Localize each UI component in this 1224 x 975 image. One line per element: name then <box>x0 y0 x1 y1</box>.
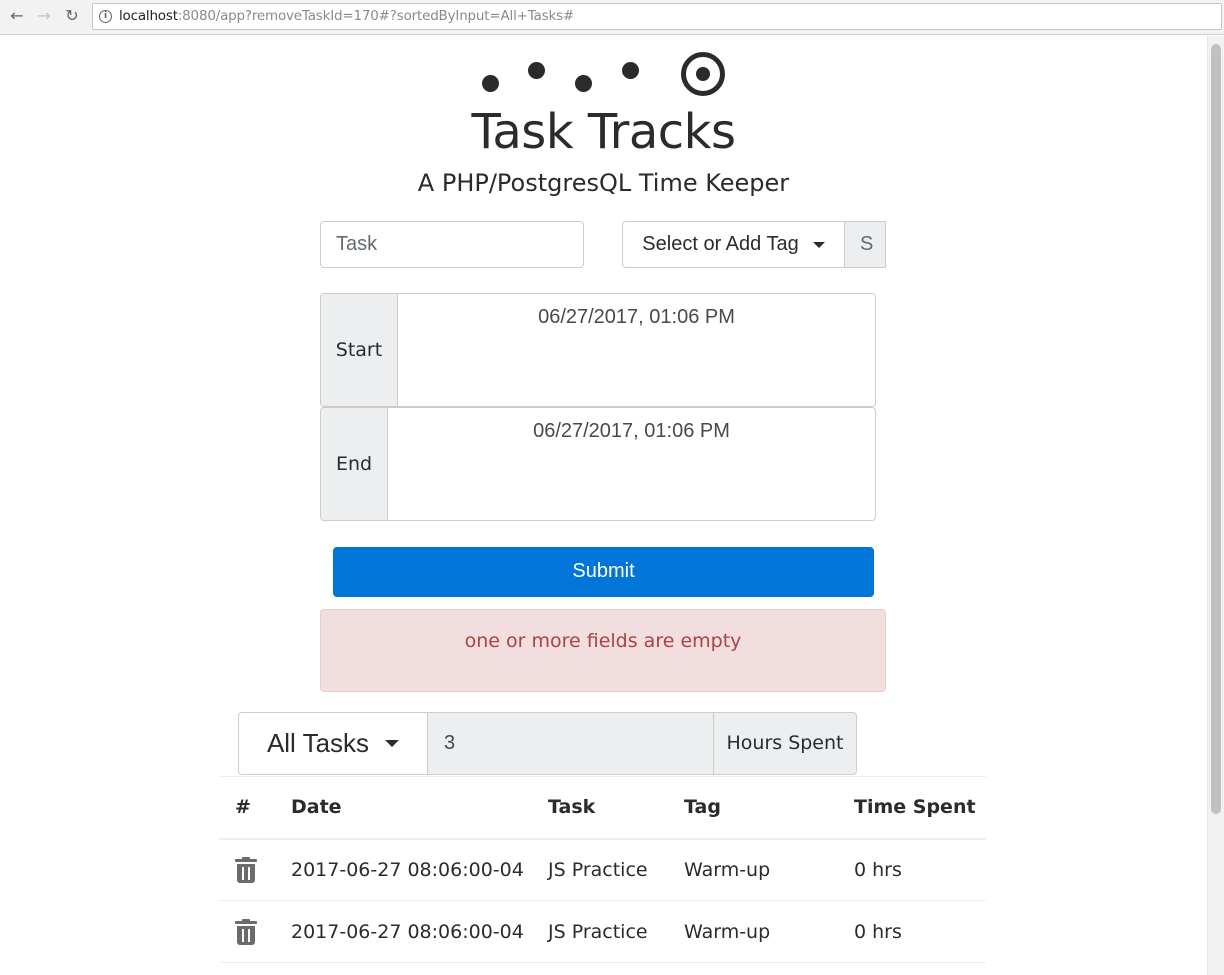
logo-icon <box>470 50 740 100</box>
info-icon[interactable]: i <box>99 10 112 23</box>
caret-down-icon <box>812 241 825 248</box>
delete-cell <box>219 838 275 901</box>
caret-down-icon <box>385 740 400 747</box>
end-datetime-input[interactable]: 06/27/2017, 01:06 PM <box>388 408 875 520</box>
tag-select-label: Select or Add Tag <box>642 233 799 255</box>
tasks-table: # Date Task Tag Time Spent 2017-06-27 08… <box>219 776 986 963</box>
column-header-task: Task <box>532 776 668 840</box>
row-tag: Warm-up <box>668 838 838 901</box>
end-label: End <box>321 408 388 520</box>
task-input[interactable] <box>320 221 584 268</box>
trash-icon[interactable] <box>235 919 257 945</box>
column-header-tag: Tag <box>668 776 838 840</box>
error-alert: one or more fields are empty <box>320 609 886 692</box>
task-filter-label: All Tasks <box>266 728 370 758</box>
column-header-time-spent: Time Spent <box>838 776 986 840</box>
page-subtitle: A PHP/PostgresQL Time Keeper <box>417 169 790 197</box>
url-path: :8080/app?removeTaskId=170#?sortedByInpu… <box>177 8 575 24</box>
dot-icon <box>575 75 592 92</box>
delete-cell <box>219 900 275 963</box>
row-date: 2017-06-27 08:06:00-04 <box>275 900 532 963</box>
url-host: localhost <box>119 8 178 24</box>
forward-icon[interactable]: → <box>32 4 56 28</box>
hours-spent-field: 3 <box>428 712 714 775</box>
trash-icon[interactable] <box>235 857 257 884</box>
submit-button[interactable]: Submit <box>333 547 874 597</box>
end-datetime-group: End 06/27/2017, 01:06 PM <box>320 407 876 521</box>
row-tag: Warm-up <box>668 900 838 963</box>
start-label: Start <box>321 294 398 406</box>
address-bar[interactable]: i localhost:8080/app?removeTaskId=170#?s… <box>92 3 1222 30</box>
task-filter-dropdown[interactable]: All Tasks <box>238 712 428 775</box>
back-icon[interactable]: ← <box>5 4 29 28</box>
url-text: localhost:8080/app?removeTaskId=170#?sor… <box>119 8 574 24</box>
reload-icon[interactable]: ↻ <box>60 4 84 28</box>
row-time-spent: 0 hrs <box>838 900 986 963</box>
dot-icon <box>482 75 499 92</box>
hours-spent-label: Hours Spent <box>713 712 857 775</box>
row-task: JS Practice <box>532 838 668 901</box>
column-header-number: # <box>219 776 275 840</box>
row-task: JS Practice <box>532 900 668 963</box>
target-icon <box>681 52 725 96</box>
tag-addon[interactable]: S <box>845 221 886 268</box>
column-header-date: Date <box>275 776 532 840</box>
scrollbar-thumb[interactable] <box>1211 44 1221 814</box>
row-time-spent: 0 hrs <box>838 838 986 901</box>
tag-select-button[interactable]: Select or Add Tag <box>622 221 845 268</box>
start-datetime-group: Start 06/27/2017, 01:06 PM <box>320 293 876 407</box>
table-header-row: # Date Task Tag Time Spent <box>219 776 986 840</box>
table-row: 2017-06-27 08:06:00-04 JS Practice Warm-… <box>219 900 986 963</box>
row-date: 2017-06-27 08:06:00-04 <box>275 838 532 901</box>
start-datetime-input[interactable]: 06/27/2017, 01:06 PM <box>398 294 875 406</box>
browser-toolbar: ← → ↻ i localhost:8080/app?removeTaskId=… <box>0 0 1224 35</box>
page-scrollbar[interactable] <box>1207 36 1224 975</box>
dot-icon <box>528 62 545 79</box>
page-title: Task Tracks <box>471 104 736 160</box>
table-row: 2017-06-27 08:06:00-04 JS Practice Warm-… <box>219 838 986 901</box>
dot-icon <box>622 62 639 79</box>
